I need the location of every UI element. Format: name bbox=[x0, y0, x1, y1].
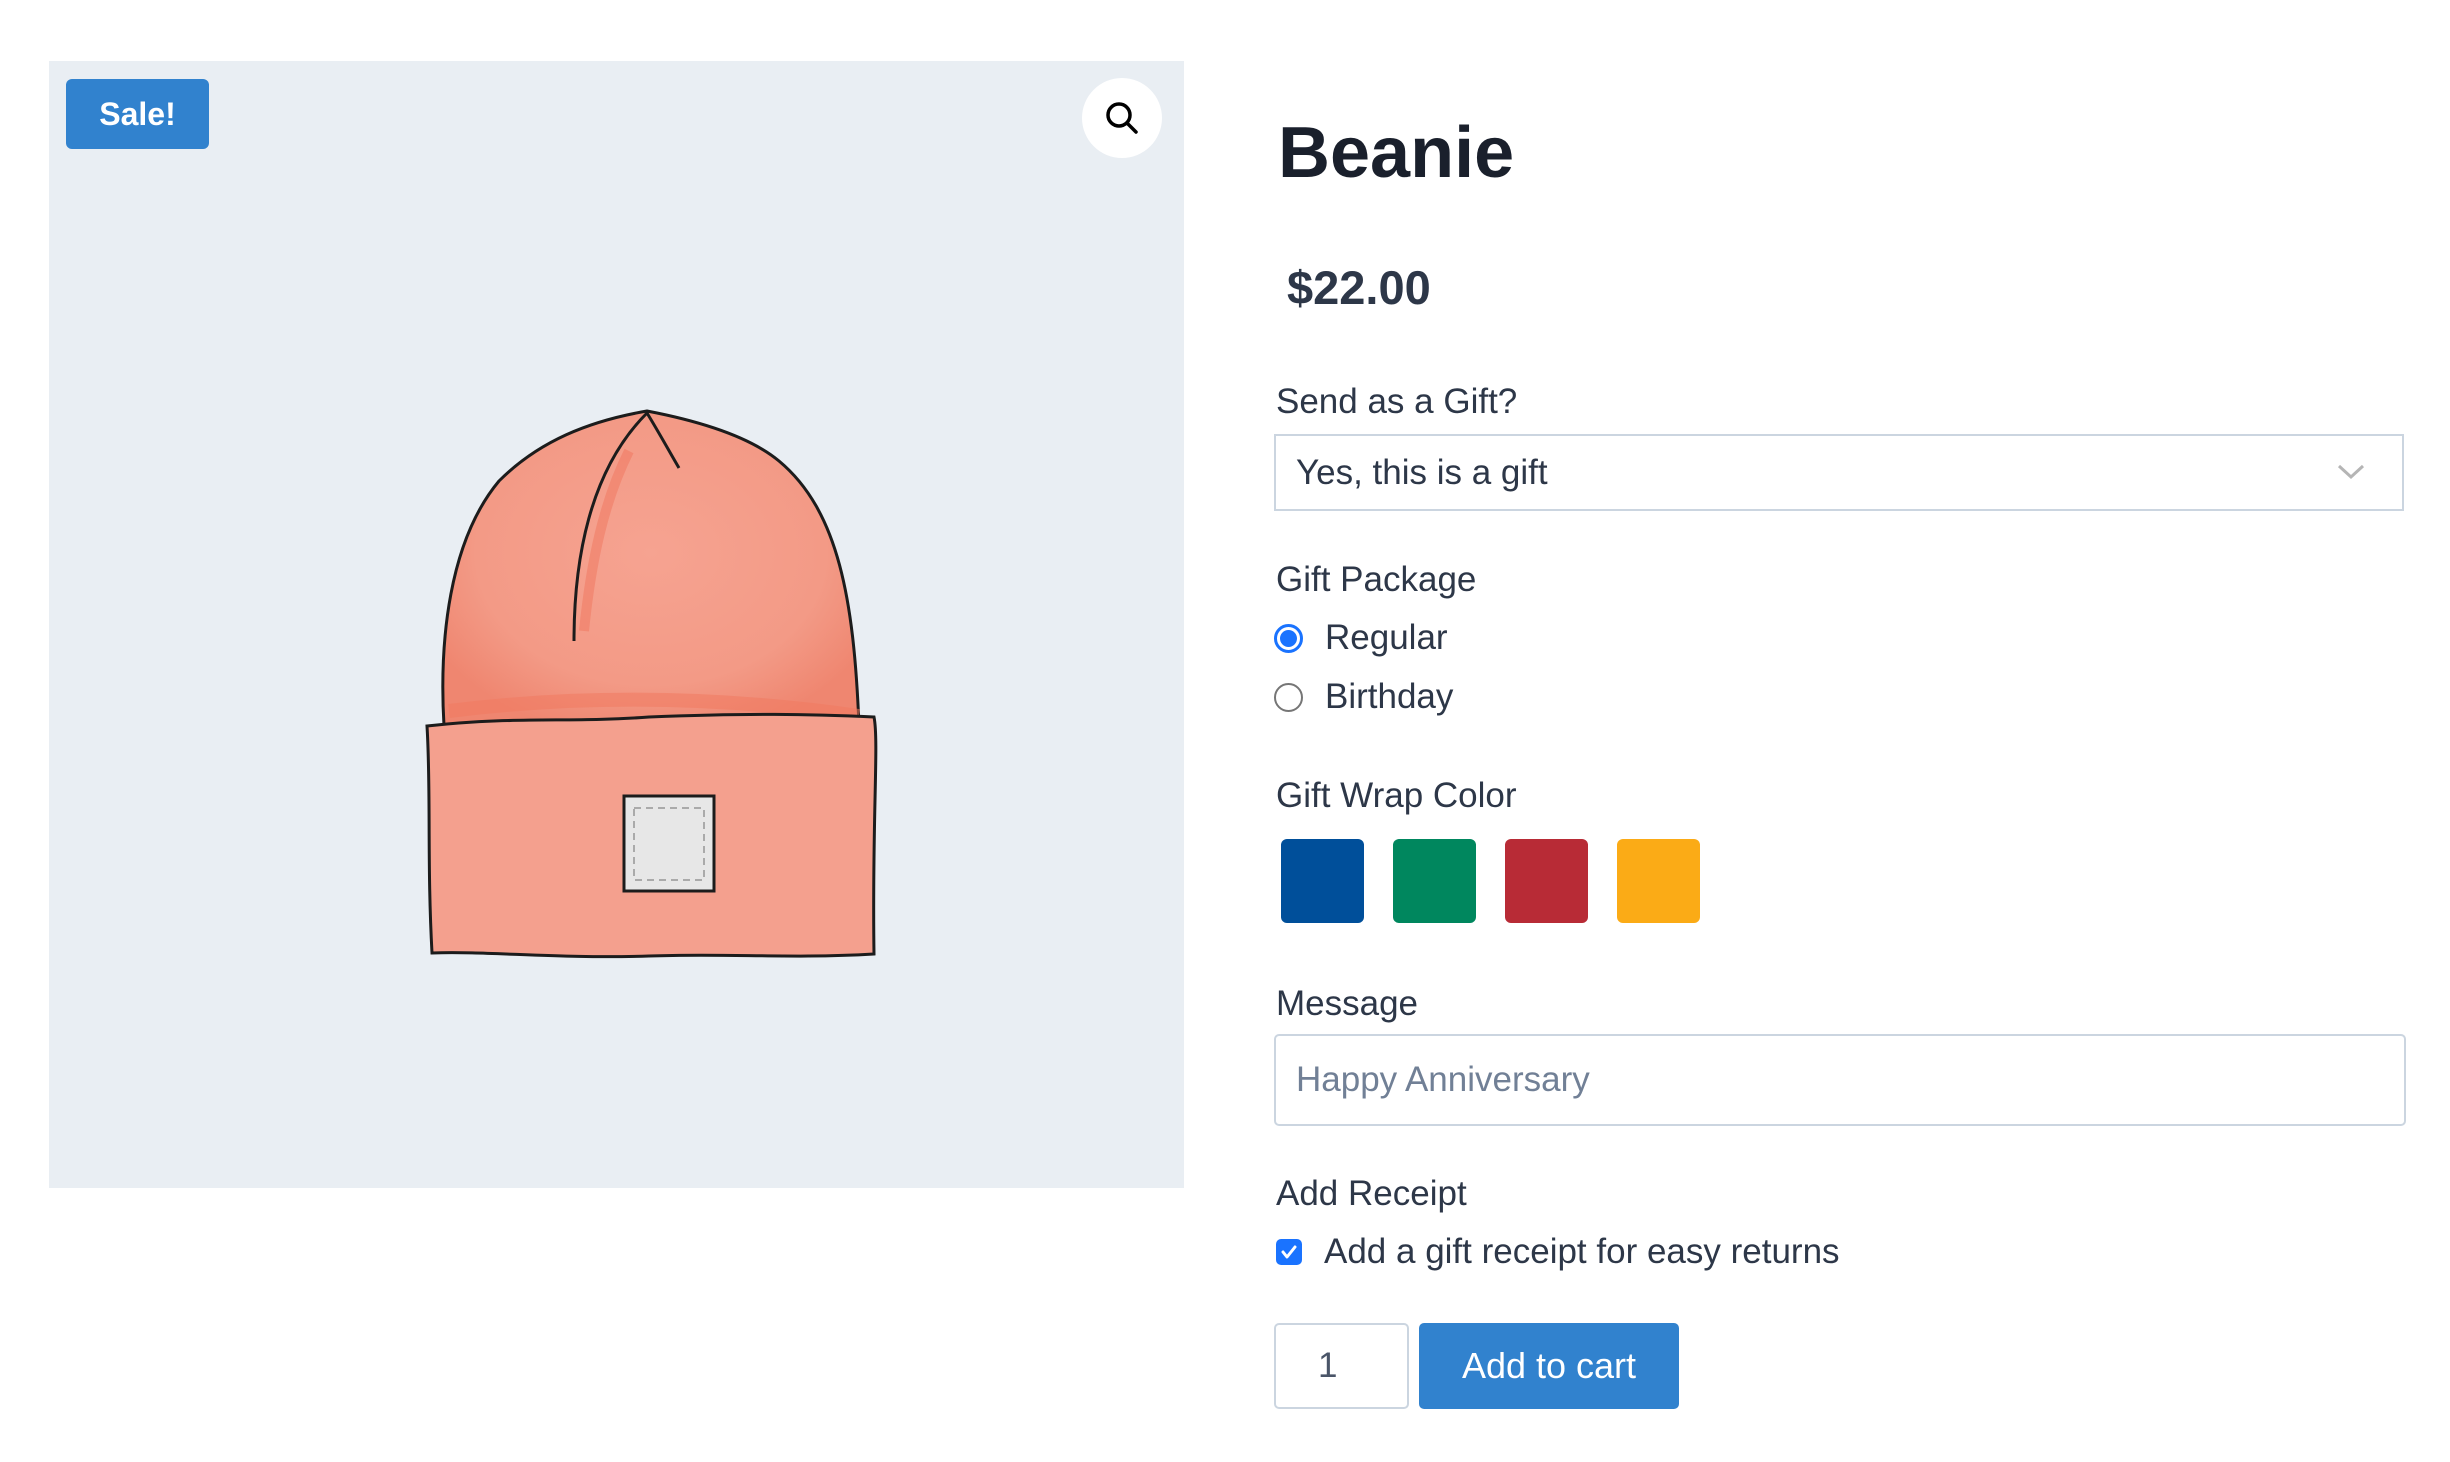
message-label: Message bbox=[1276, 984, 1419, 1023]
gift-package-label: Gift Package bbox=[1276, 560, 1477, 599]
radio-birthday[interactable] bbox=[1274, 682, 1303, 712]
product-price: $22.00 bbox=[1287, 261, 1431, 314]
radio-regular-label: Regular bbox=[1325, 618, 1448, 657]
swatch-blue[interactable] bbox=[1281, 839, 1364, 923]
swatch-red[interactable] bbox=[1505, 839, 1588, 923]
gallery-zoom-button[interactable] bbox=[1082, 78, 1162, 158]
radio-birthday-label: Birthday bbox=[1325, 677, 1454, 716]
message-input[interactable] bbox=[1274, 1034, 2406, 1126]
swatch-yellow[interactable] bbox=[1617, 839, 1700, 923]
gift-package-option-regular[interactable]: Regular bbox=[1274, 616, 1448, 660]
magnifier-icon bbox=[1106, 102, 1138, 134]
product-gallery: Sale! bbox=[49, 61, 1184, 1188]
send-as-gift-label: Send as a Gift? bbox=[1276, 382, 1518, 421]
chevron-down-icon bbox=[2337, 464, 2365, 480]
product-title: Beanie bbox=[1278, 113, 1515, 193]
quantity-input[interactable] bbox=[1274, 1323, 1409, 1409]
checkmark-icon bbox=[1281, 1245, 1297, 1259]
add-receipt-label: Add Receipt bbox=[1276, 1174, 1467, 1213]
radio-regular[interactable] bbox=[1274, 623, 1303, 653]
sale-badge: Sale! bbox=[66, 79, 209, 149]
send-as-gift-select[interactable]: Yes, this is a gift bbox=[1274, 434, 2404, 511]
gift-receipt-option[interactable]: Add a gift receipt for easy returns bbox=[1274, 1230, 1840, 1274]
swatch-green[interactable] bbox=[1393, 839, 1476, 923]
gift-receipt-checkbox-label: Add a gift receipt for easy returns bbox=[1324, 1232, 1840, 1271]
gift-package-option-birthday[interactable]: Birthday bbox=[1274, 675, 1453, 719]
product-image-beanie[interactable] bbox=[369, 341, 929, 981]
add-to-cart-button[interactable]: Add to cart bbox=[1419, 1323, 1679, 1409]
gift-wrap-color-label: Gift Wrap Color bbox=[1276, 776, 1517, 815]
gift-wrap-swatches bbox=[1281, 839, 1700, 923]
send-as-gift-selected-value: Yes, this is a gift bbox=[1296, 453, 1548, 492]
gift-receipt-checkbox[interactable] bbox=[1276, 1239, 1302, 1265]
